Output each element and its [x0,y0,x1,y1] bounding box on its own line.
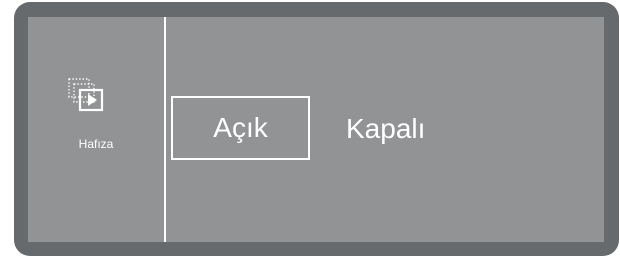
sidebar: Hafıza [28,17,164,242]
option-off-button[interactable]: Kapalı [346,113,425,145]
memory-label: Hafıza [78,137,114,151]
vertical-divider [164,17,166,242]
option-off-label: Kapalı [346,113,426,144]
memory-button[interactable]: Hafıza [46,69,146,159]
memory-icon [68,78,104,112]
option-on-button[interactable]: Açık [171,96,310,160]
display-screen: Hafıza Açık Kapalı [28,17,604,242]
option-on-label: Açık [213,112,268,143]
